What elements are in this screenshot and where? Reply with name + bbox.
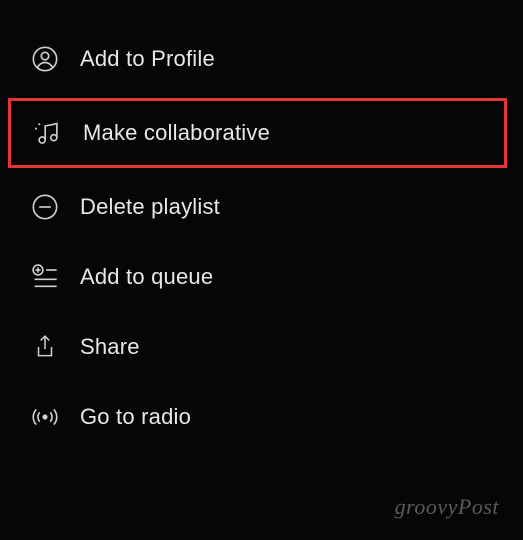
menu-item-go-to-radio[interactable]: Go to radio	[0, 382, 523, 452]
menu-item-label: Make collaborative	[83, 120, 270, 146]
context-menu: Add to Profile Make collaborative Delete…	[0, 24, 523, 452]
menu-item-delete-playlist[interactable]: Delete playlist	[0, 172, 523, 242]
menu-item-make-collaborative[interactable]: Make collaborative	[8, 98, 507, 168]
menu-item-label: Add to queue	[80, 264, 213, 290]
menu-item-label: Add to Profile	[80, 46, 215, 72]
menu-item-add-to-queue[interactable]: Add to queue	[0, 242, 523, 312]
menu-item-label: Go to radio	[80, 404, 191, 430]
menu-item-label: Delete playlist	[80, 194, 220, 220]
profile-icon	[30, 44, 60, 74]
menu-item-share[interactable]: Share	[0, 312, 523, 382]
radio-icon	[30, 402, 60, 432]
menu-item-add-to-profile[interactable]: Add to Profile	[0, 24, 523, 94]
watermark: groovyPost	[395, 494, 499, 520]
music-note-icon	[33, 118, 63, 148]
share-icon	[30, 332, 60, 362]
minus-circle-icon	[30, 192, 60, 222]
menu-item-label: Share	[80, 334, 140, 360]
add-queue-icon	[30, 262, 60, 292]
